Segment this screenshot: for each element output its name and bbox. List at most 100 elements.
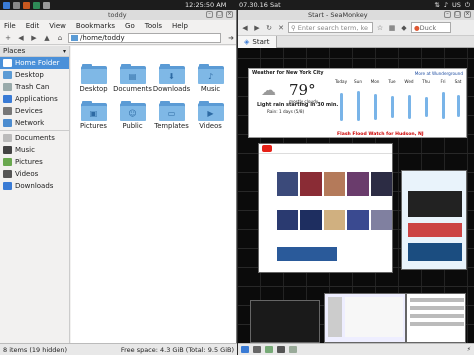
videos-icon [3,170,12,178]
browser-launcher-icon[interactable] [23,1,30,9]
online-status-icon[interactable]: ⚡ [467,346,471,353]
folder-icon: ☺ [119,101,146,121]
search-box[interactable]: ● Duck [411,22,451,33]
location-bar[interactable]: /home/toddy [68,32,221,43]
site-thumbnail[interactable] [406,293,466,343]
sidebar-item-network[interactable]: Network [0,117,69,129]
window-list-icon[interactable] [43,1,50,9]
menu-go[interactable]: Go [125,22,135,30]
address-book-icon[interactable] [289,346,297,353]
up-icon[interactable]: ▲ [42,33,52,43]
bookmark-icon[interactable]: ☆ [375,23,385,33]
minimize-icon[interactable]: – [444,11,451,18]
music-icon [3,146,12,154]
back-icon[interactable]: ◀ [240,23,250,33]
browser-titlebar[interactable]: Start - SeaMonkey – □ × [238,10,474,20]
power-icon[interactable]: ⏻ [465,1,470,10]
page-icon: ◈ [244,37,250,46]
cloud-icon: ☁ [261,81,276,99]
panel-date[interactable]: 07.30.16 Sat [239,1,281,9]
terminal-launcher-icon[interactable] [33,1,40,9]
downloads-icon [3,182,12,190]
panel-clock[interactable]: 12:25:50 AM [185,1,226,9]
keyboard-layout[interactable]: US [452,1,461,10]
sidebar-item-music[interactable]: Music [0,144,69,156]
menu-edit[interactable]: Edit [26,22,40,30]
network-icon[interactable]: ⇅ [434,1,439,10]
menu-bookmarks[interactable]: Bookmarks [76,22,115,30]
folder-icon: ▭ [158,101,185,121]
folder-videos[interactable]: ▶ Videos [192,101,229,130]
addon-icon[interactable]: ◆ [399,23,409,33]
sidebar-item-pictures[interactable]: Pictures [0,156,69,168]
weather-day: Today [334,79,348,84]
folder-documents[interactable]: ▤ Documents [113,64,152,93]
tab-start[interactable]: ◈ Start [238,35,277,48]
menu-icon[interactable] [3,1,10,9]
menu-tools[interactable]: Tools [145,22,162,30]
forward-icon[interactable]: ▶ [252,23,262,33]
site-thumbnail[interactable] [401,170,467,270]
folder-label: Videos [199,122,222,130]
forward-icon[interactable]: ▶ [29,33,39,43]
sidebar-item-downloads[interactable]: Downloads [0,180,69,192]
folder-templates[interactable]: ▭ Templates [153,101,190,130]
temperature-range-bar [374,94,377,120]
search-icon: ⚲ [291,23,296,32]
folder-public[interactable]: ☺ Public [114,101,151,130]
feed-icon[interactable]: ▦ [387,23,397,33]
close-icon[interactable]: × [464,11,471,18]
minimize-icon[interactable]: – [206,11,213,18]
volume-icon[interactable]: ♪ [444,1,448,10]
folder-icon: ♪ [197,64,224,84]
sidebar-item-desktop[interactable]: Desktop [0,69,69,81]
weather-more-link[interactable]: More at Wunderground [415,71,463,76]
file-manager-titlebar[interactable]: toddy – □ × [0,10,236,20]
sidebar-item-documents[interactable]: Documents [0,132,69,144]
folder-icon: ▣ [80,101,107,121]
places-header[interactable]: Places ▾ [0,46,69,57]
menu-view[interactable]: View [49,22,66,30]
sidebar-item-applications[interactable]: Applications [0,93,69,105]
sidebar-item-home[interactable]: Home Folder [0,57,69,69]
file-manager-statusbar: 8 items (19 hidden) Free space: 4.3 GiB … [0,343,237,355]
youtube-thumbnail[interactable] [258,143,393,273]
mail-icon[interactable] [253,346,261,353]
sidebar-item-devices[interactable]: Devices [0,105,69,117]
sidebar-item-trash[interactable]: Trash Can [0,81,69,93]
new-tab-icon[interactable]: + [3,33,13,43]
site-thumbnail[interactable] [324,293,406,343]
chevron-down-icon[interactable]: ▾ [63,48,66,55]
sidebar-item-videos[interactable]: Videos [0,168,69,180]
weather-temperature: 79° [289,81,316,99]
window-title: toddy [108,11,127,19]
weather-rain-text: Light rain starting in 30 min. [257,102,339,108]
weather-alert-link[interactable]: Flash Flood Watch for Hudson, NJ [337,132,424,137]
folder-label: Templates [154,122,189,130]
folder-pictures[interactable]: ▣ Pictures [75,101,112,130]
go-icon[interactable]: ➜ [226,33,236,43]
folder-downloads[interactable]: ⬇ Downloads [153,64,190,93]
maximize-icon[interactable]: □ [216,11,223,18]
browser-icon[interactable] [241,346,249,353]
site-thumbnail[interactable] [250,300,320,343]
maximize-icon[interactable]: □ [454,11,461,18]
weather-rain-sub: Rain: 1 days (5/8) [267,109,305,114]
folder-view: Desktop ▤ Documents ⬇ Downloads ♪ Music ▣ Pi… [71,46,236,343]
folder-music[interactable]: ♪ Music [192,64,229,93]
home-icon[interactable]: ⌂ [55,33,65,43]
toolbar: + ◀ ▶ ▲ ⌂ /home/toddy ➜ [0,31,236,45]
sidebar-item-label: Documents [15,134,55,142]
menu-help[interactable]: Help [172,22,188,30]
top-panel: 12:25:50 AM 07.30.16 Sat ⇅ ♪ US ⏻ [0,0,474,10]
url-bar[interactable]: ⚲ Enter search term, ke [288,22,373,33]
menu-file[interactable]: File [4,22,16,30]
close-icon[interactable]: × [226,11,233,18]
file-manager-launcher-icon[interactable] [13,1,20,9]
composer-icon[interactable] [277,346,285,353]
back-icon[interactable]: ◀ [16,33,26,43]
reload-icon[interactable]: ↻ [264,23,274,33]
chat-icon[interactable] [265,346,273,353]
folder-desktop[interactable]: Desktop [75,64,112,93]
stop-icon[interactable]: ✕ [276,23,286,33]
